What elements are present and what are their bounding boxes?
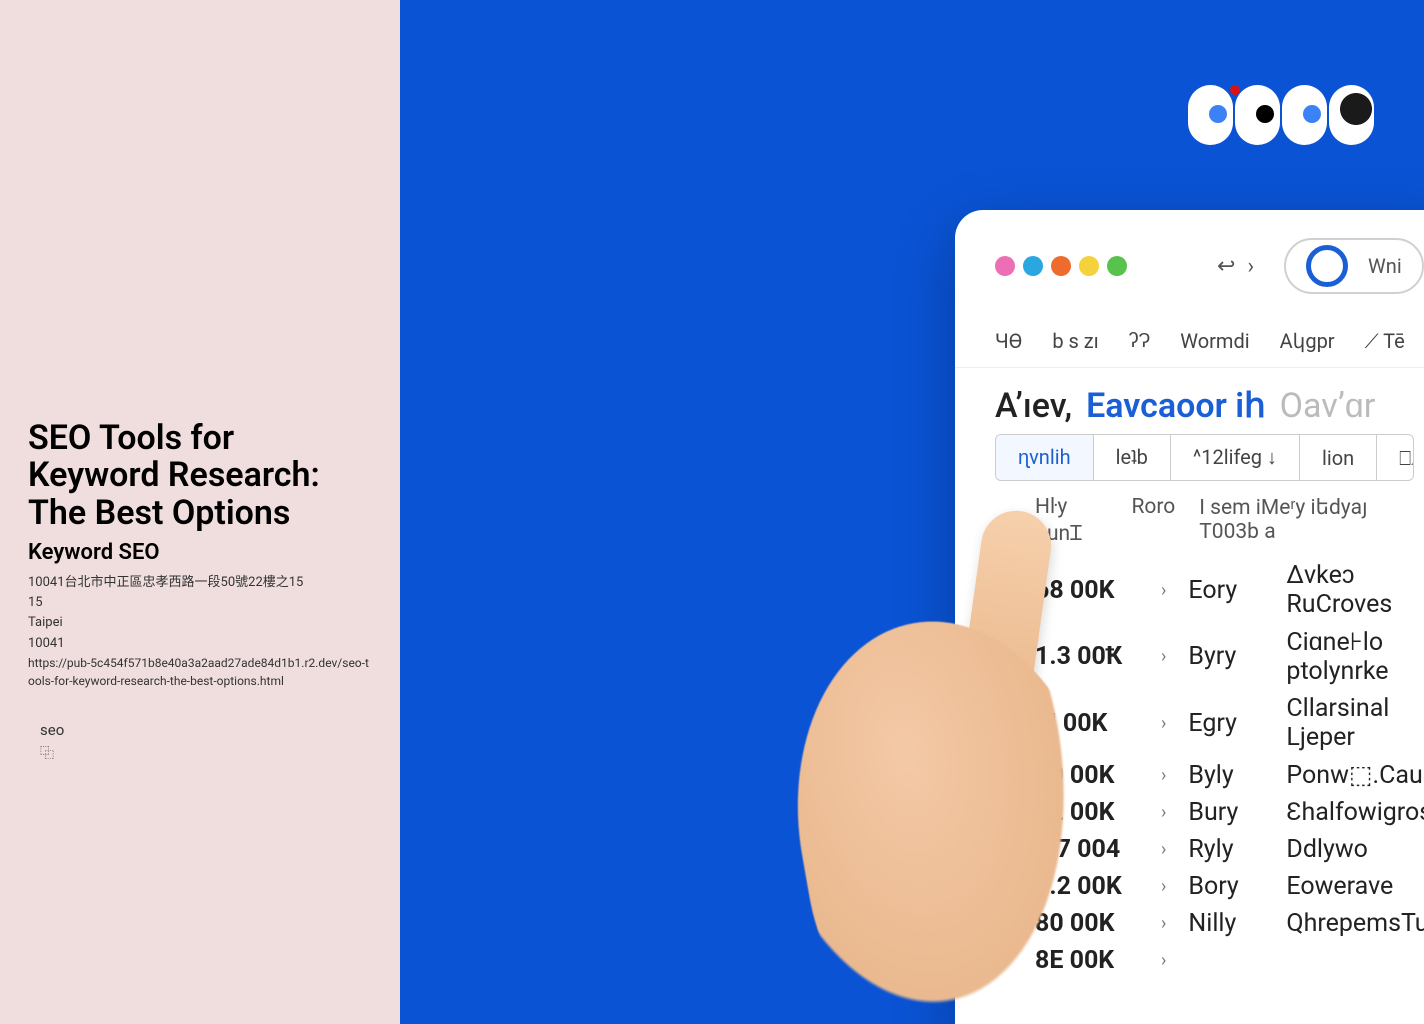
- filter-selected[interactable]: ɳvnlih: [996, 435, 1094, 480]
- chevron-right-icon: ›: [1161, 802, 1166, 823]
- col-2: Roro: [1131, 495, 1175, 547]
- list-item[interactable]: 68 00K›EoryΔvkeɔ RuCroves: [1035, 557, 1414, 623]
- chevron-right-icon: ›: [1161, 876, 1166, 897]
- list-item[interactable]: 1.7 004›RylyDdlywo: [1035, 831, 1414, 868]
- category-tabs: ЧӨ b s zı ʔɁ Wormdi Aկgpr ⟋ Tē Tigeıv, n…: [955, 314, 1424, 368]
- list-item[interactable]: 82 00K›BuryƐhalfowigrosxn: [1035, 794, 1414, 831]
- chevron-right-icon: ›: [1161, 913, 1166, 934]
- columns-header: Hŀy ounꞮ Roro I sem iMeʳy iեdyaյ T003b a: [955, 481, 1424, 557]
- tab-item[interactable]: ʔɁ: [1129, 328, 1151, 353]
- chevron-right-icon: ›: [1161, 646, 1166, 667]
- filter-item[interactable]: ⎕⟋: [1377, 435, 1414, 480]
- address-postal: 10041: [28, 634, 372, 654]
- nav-buttons: ↩ ›: [1217, 254, 1254, 279]
- address-line-1: 10041台北市中正區忠孝西路一段50號22樓之15: [28, 573, 372, 593]
- tab-item[interactable]: Wormdi: [1180, 329, 1249, 353]
- filter-item[interactable]: ^12lifeg ↓: [1171, 435, 1300, 480]
- search-text: Wnind Sipolech Ovsanrowing ?mats ȯitl ··: [1368, 254, 1402, 279]
- col-1: Hŀy ounꞮ: [1035, 495, 1107, 547]
- result-heading: Aʼıev, Eavcaoor iհ Oavʼɑr: [955, 368, 1424, 434]
- traffic-dot[interactable]: [1023, 256, 1043, 276]
- filter-item[interactable]: leʇb: [1094, 435, 1171, 480]
- tab-item[interactable]: b s zı: [1052, 329, 1098, 353]
- address-line-2: 15: [28, 593, 372, 613]
- page-title: SEO Tools for Keyword Research: The Best…: [28, 420, 372, 532]
- logo-glyph-2: [1235, 85, 1280, 145]
- heading-part-2: Eavcaoor iհ: [1086, 386, 1266, 426]
- page-subtitle: Keyword SEO: [28, 540, 372, 565]
- traffic-dot[interactable]: [1051, 256, 1071, 276]
- page-url: https://pub-5c454f571b8e40a3a2aad27ade84…: [28, 654, 372, 691]
- chevron-right-icon: ›: [1161, 580, 1166, 601]
- logo-glyph-1: [1188, 85, 1233, 145]
- list-item[interactable]: 8E 00K›: [1035, 942, 1414, 979]
- traffic-dot[interactable]: [1079, 256, 1099, 276]
- list-item[interactable]: 8I 00K›EgryCllarsinal Ljeper: [1035, 690, 1414, 756]
- traffic-lights: [995, 256, 1127, 276]
- tab-item[interactable]: ЧӨ: [995, 329, 1022, 353]
- list-item[interactable]: 3.2 00K›BoryEowerave: [1035, 868, 1414, 905]
- forward-icon[interactable]: ›: [1247, 254, 1254, 279]
- keyword-rows: 68 00K›EoryΔvkeɔ RuCroves 1.3 00Ҟ›ByryCi…: [955, 557, 1424, 979]
- heading-part-3: Oavʼɑr: [1280, 386, 1376, 426]
- back-icon[interactable]: ↩: [1217, 254, 1235, 279]
- logo-glyph-3: [1282, 85, 1327, 145]
- address-city: Taipei: [28, 613, 372, 633]
- tag-seo: seo: [40, 721, 372, 739]
- chevron-right-icon: ›: [1161, 765, 1166, 786]
- traffic-dot[interactable]: [995, 256, 1015, 276]
- traffic-dot[interactable]: [1107, 256, 1127, 276]
- brand-logo: [1188, 85, 1374, 145]
- article-sidebar: SEO Tools for Keyword Research: The Best…: [0, 0, 400, 1024]
- chevron-right-icon: ›: [1161, 839, 1166, 860]
- search-icon: [1306, 245, 1348, 287]
- list-item[interactable]: 80 00K›BylyPonw⬚.Caurapednth: [1035, 756, 1414, 794]
- list-item[interactable]: 1.3 00Ҟ›ByryCiɑne⊦lo ptolynrke: [1035, 623, 1414, 690]
- browser-titlebar: ↩ › Wnind Sipolech Ovsanrowing ?mats ȯit…: [955, 210, 1424, 314]
- chevron-right-icon: ›: [1161, 713, 1166, 734]
- filter-item[interactable]: lion: [1300, 435, 1377, 480]
- search-bar[interactable]: Wnind Sipolech Ovsanrowing ?mats ȯitl ··: [1284, 238, 1424, 294]
- chevron-right-icon: ›: [1161, 950, 1166, 971]
- browser-window: ↩ › Wnind Sipolech Ovsanrowing ?mats ȯit…: [955, 210, 1424, 1024]
- hero-stage: ↩ › Wnind Sipolech Ovsanrowing ?mats ȯit…: [400, 0, 1424, 1024]
- heading-part-1: Aʼıev,: [995, 386, 1072, 426]
- tab-item[interactable]: Aկgpr: [1280, 329, 1335, 353]
- logo-glyph-4: [1329, 85, 1374, 145]
- tab-item[interactable]: ⟋ Tē: [1365, 329, 1405, 353]
- expand-icon[interactable]: ⿻: [40, 743, 372, 763]
- col-3: I sem iMeʳy iեdyaյ T003b a: [1199, 495, 1414, 547]
- list-item[interactable]: 80 00K›NillyQhrepemsTurare: [1035, 905, 1414, 942]
- filter-bar: ɳvnlih leʇb ^12lifeg ↓ lion ⎕⟋ ⎕ TѴ ⎯⎯ E…: [995, 434, 1414, 481]
